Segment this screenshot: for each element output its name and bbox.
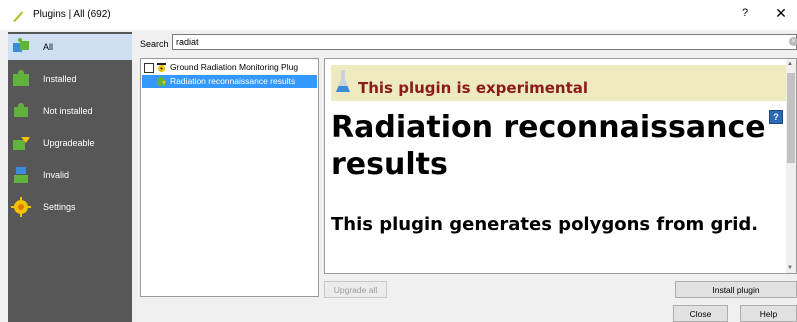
- puzzle-plugin-icon: [157, 76, 166, 86]
- scrollbar-thumb[interactable]: [787, 73, 795, 163]
- window-title: Plugins | All (692): [33, 9, 111, 20]
- plugin-title: Radiation reconnaissance results: [331, 110, 766, 182]
- sidebar-item-label: Settings: [43, 202, 76, 212]
- help-title-button[interactable]: ?: [738, 7, 752, 19]
- search-label: Search: [140, 39, 169, 49]
- flask-icon: [336, 70, 350, 92]
- sidebar-item-not-installed[interactable]: Not installed: [8, 98, 132, 124]
- plugin-description: This plugin generates polygons from grid…: [331, 214, 759, 235]
- scroll-up-icon[interactable]: ▲: [787, 61, 793, 67]
- experimental-text: This plugin is experimental: [358, 79, 589, 97]
- sidebar-item-label: Installed: [43, 74, 77, 84]
- details-scrollbar[interactable]: ▲ ▼: [786, 59, 796, 273]
- sidebar-item-label: Invalid: [43, 170, 70, 180]
- install-plugin-button[interactable]: Install plugin: [675, 281, 797, 298]
- scroll-down-icon[interactable]: ▼: [787, 265, 793, 271]
- plugin-name: Radiation reconnaissance results: [170, 76, 296, 86]
- help-icon[interactable]: ?: [769, 110, 783, 124]
- sidebar-item-label: Not installed: [43, 106, 93, 116]
- sidebar-item-upgradeable[interactable]: Upgradeable: [8, 130, 132, 156]
- list-item[interactable]: Ground Radiation Monitoring Plug: [142, 61, 317, 74]
- sidebar-item-settings[interactable]: Settings: [8, 194, 132, 220]
- puzzle-not-installed-icon: [14, 103, 28, 117]
- clear-search-icon[interactable]: ×: [789, 37, 797, 46]
- puzzle-invalid-icon: [14, 167, 28, 183]
- puzzle-all-icon: [13, 38, 29, 52]
- puzzle-upgradeable-icon: [13, 137, 30, 150]
- radiation-plugin-icon: [157, 63, 166, 72]
- sidebar-item-invalid[interactable]: Invalid: [8, 162, 132, 188]
- sidebar-item-all[interactable]: All: [8, 34, 132, 60]
- plugin-checkbox[interactable]: [144, 63, 154, 73]
- plugin-list[interactable]: Ground Radiation Monitoring Plug Radiati…: [140, 58, 319, 297]
- settings-gear-icon: [11, 197, 31, 217]
- sidebar-item-label: All: [43, 42, 54, 52]
- qgis-plugin-icon: [13, 11, 23, 22]
- sidebar: All Installed Not installed Upgradeable …: [8, 32, 132, 322]
- close-window-button[interactable]: ✕: [774, 5, 788, 22]
- close-button[interactable]: Close: [673, 305, 728, 322]
- title-bar: Plugins | All (692) ? ✕: [0, 0, 797, 30]
- experimental-banner: This plugin is experimental: [331, 65, 786, 101]
- search-input[interactable]: [172, 34, 797, 50]
- sidebar-item-label: Upgradeable: [43, 138, 95, 148]
- puzzle-installed-icon: [13, 70, 29, 86]
- help-button[interactable]: Help: [740, 305, 797, 322]
- plugin-details: This plugin is experimental ? Radiation …: [324, 58, 797, 274]
- plugin-name: Ground Radiation Monitoring Plug: [170, 62, 299, 72]
- list-item[interactable]: Radiation reconnaissance results: [142, 75, 317, 88]
- sidebar-item-installed[interactable]: Installed: [8, 66, 132, 92]
- upgrade-all-button[interactable]: Upgrade all: [324, 281, 387, 298]
